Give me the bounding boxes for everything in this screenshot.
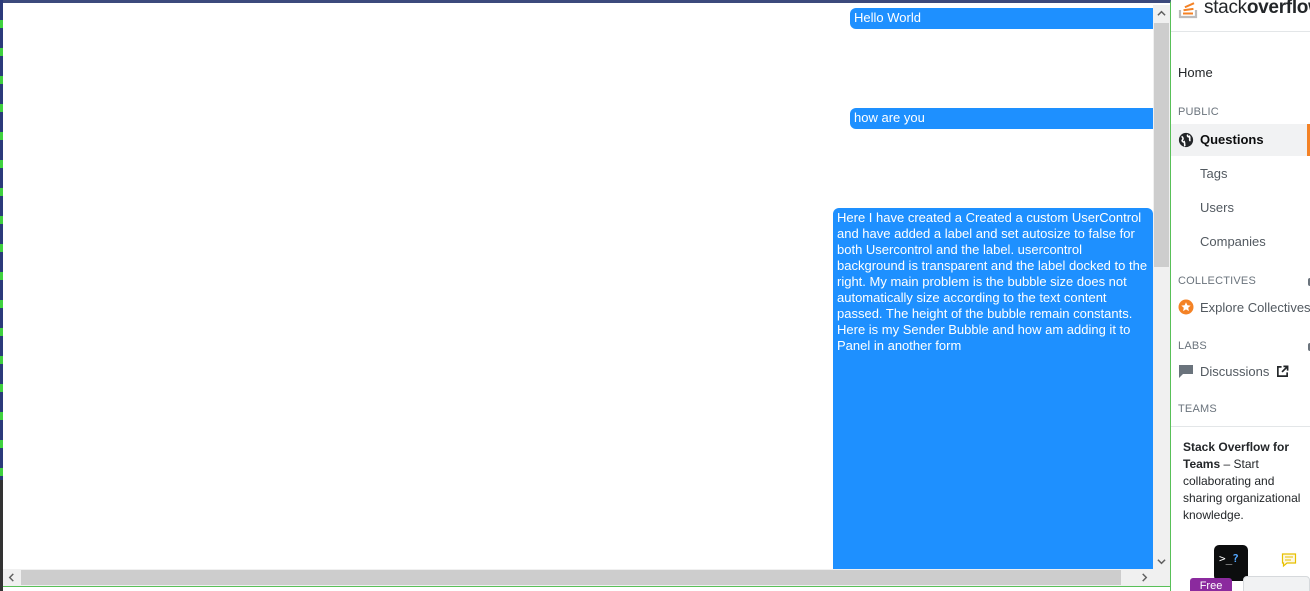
nav-tags[interactable]: Tags	[1200, 166, 1227, 181]
chevron-down-icon	[1157, 559, 1166, 565]
chat-bubble: Hello World	[850, 8, 1153, 29]
chevron-left-icon	[8, 573, 14, 582]
nav-discussions-label: Discussions	[1200, 363, 1270, 379]
divider	[1171, 31, 1310, 32]
chat-form-window: Hello World how are you Here I have crea…	[3, 0, 1171, 591]
horizontal-scrollbar[interactable]	[3, 569, 1153, 586]
chevron-right-icon	[1142, 573, 1148, 582]
divider	[1171, 426, 1310, 427]
stack-icon	[1178, 2, 1198, 19]
nav-companies[interactable]: Companies	[1200, 234, 1266, 249]
scroll-down-button[interactable]	[1153, 553, 1170, 570]
nav-users[interactable]: Users	[1200, 200, 1234, 215]
speech-bubble-icon	[1179, 365, 1193, 378]
section-label-teams: TEAMS	[1178, 403, 1217, 415]
section-label-collectives: COLLECTIVES	[1178, 275, 1257, 287]
collectives-star-icon	[1178, 299, 1194, 315]
nav-questions[interactable]: Questions	[1171, 124, 1310, 156]
vertical-scrollbar[interactable]	[1153, 5, 1170, 570]
promo-card	[1243, 576, 1310, 591]
stackoverflow-logo[interactable]: stackoverflow	[1177, 0, 1310, 20]
chat-bubble-icon	[1281, 553, 1297, 568]
vertical-scroll-thumb[interactable]	[1154, 23, 1169, 267]
scroll-up-button[interactable]	[1153, 5, 1170, 22]
nav-home[interactable]: Home	[1178, 65, 1213, 80]
nav-explore-collectives-label: Explore Collectives	[1200, 299, 1310, 315]
chevron-up-icon	[1157, 10, 1166, 16]
chat-panel: Hello World how are you Here I have crea…	[3, 3, 1153, 569]
logo-wordmark: stackoverflow	[1204, 0, 1310, 18]
scroll-right-button[interactable]	[1136, 569, 1153, 586]
section-label-labs: LABS	[1178, 340, 1207, 352]
external-link-icon	[1277, 365, 1289, 377]
globe-icon	[1178, 132, 1194, 148]
scroll-left-button[interactable]	[3, 569, 20, 586]
terminal-icon: >_?	[1214, 545, 1248, 581]
nav-questions-label: Questions	[1200, 132, 1264, 147]
terminal-prompt: >_	[1219, 552, 1233, 565]
horizontal-scroll-thumb[interactable]	[21, 570, 1121, 585]
free-badge: Free	[1190, 578, 1232, 591]
section-label-public: PUBLIC	[1178, 106, 1219, 118]
chat-bubble: how are you	[850, 108, 1153, 129]
stackoverflow-sidebar: stackoverflow Home PUBLIC Questions Tags…	[1171, 0, 1310, 591]
nav-discussions[interactable]: Discussions	[1178, 363, 1289, 379]
nav-explore-collectives[interactable]: Explore Collectives	[1178, 299, 1310, 315]
chat-window-bottom-edge	[3, 586, 1170, 591]
scrollbar-corner	[1153, 569, 1170, 586]
terminal-question-mark: ?	[1232, 552, 1239, 565]
chat-bubble: Here I have created a Created a custom U…	[833, 208, 1153, 569]
teams-promo: Stack Overflow for Teams – Start collabo…	[1183, 439, 1310, 524]
